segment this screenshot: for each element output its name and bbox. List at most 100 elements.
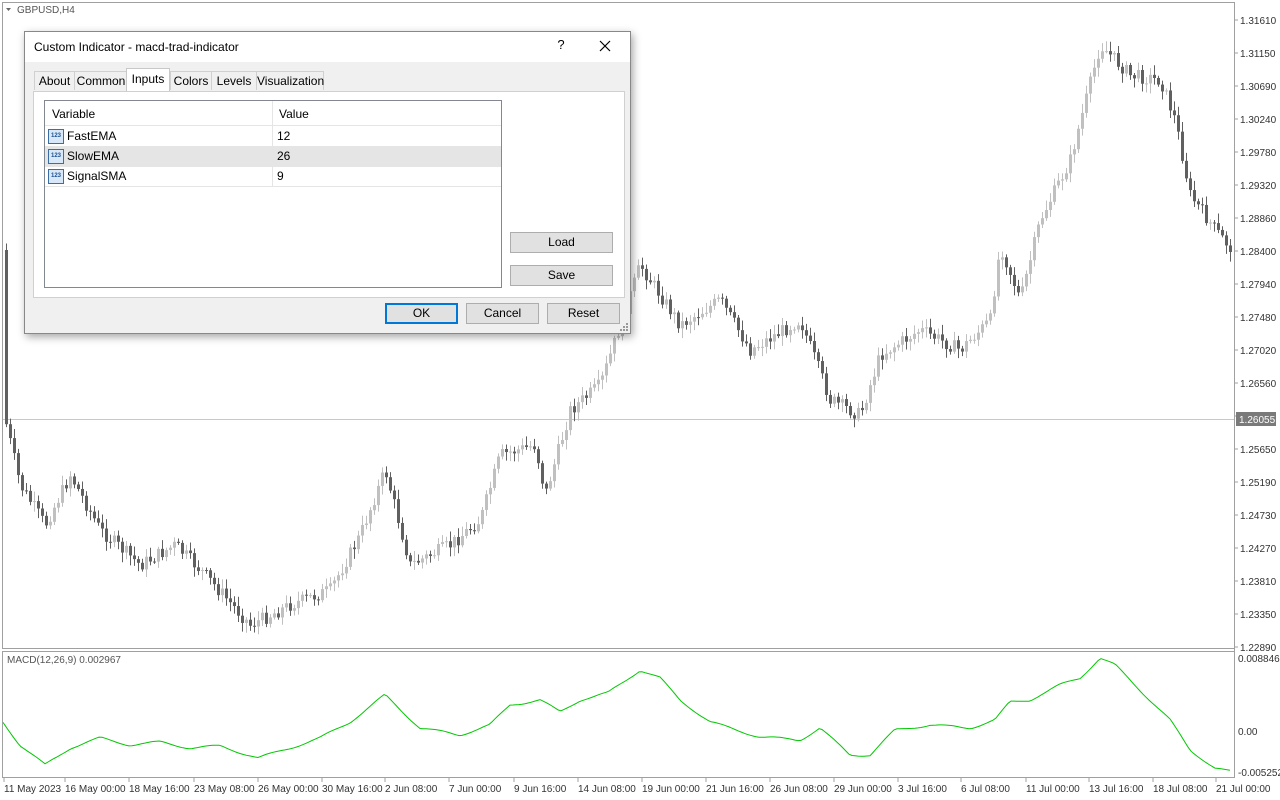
candle-body (261, 612, 264, 621)
candle-body (237, 606, 240, 616)
candle-body (1173, 110, 1176, 116)
time-tick-label: 11 May 2023 (4, 784, 62, 795)
candle-body (177, 541, 180, 543)
param-value[interactable]: 9 (277, 169, 284, 183)
candle-body (309, 595, 312, 597)
param-value[interactable]: 12 (277, 129, 290, 143)
tab-visualization[interactable]: Visualization (256, 71, 324, 90)
tab-common[interactable]: Common (74, 71, 128, 90)
candle-body (1045, 210, 1048, 219)
inputs-panel: Variable Value 123 FastEMA 12 123 SlowEM… (33, 91, 625, 298)
param-name: FastEMA (67, 129, 117, 143)
candle-body (1013, 274, 1016, 287)
tab-about[interactable]: About (34, 71, 75, 90)
candle-body (997, 259, 1000, 297)
ok-button[interactable]: OK (385, 303, 458, 324)
candle-body (1169, 90, 1172, 111)
reset-button[interactable]: Reset (547, 303, 620, 324)
candle-body (577, 402, 580, 413)
candle-body (541, 463, 544, 484)
candle-body (805, 330, 808, 336)
candle-body (673, 312, 676, 315)
candle-body (385, 472, 388, 478)
save-button[interactable]: Save (510, 265, 613, 286)
current-price-label: 1.26055 (1236, 412, 1276, 426)
param-value[interactable]: 26 (277, 149, 290, 163)
candle-body (653, 280, 656, 283)
candle-body (353, 547, 356, 550)
macd-line (2, 658, 1231, 771)
candle-body (785, 325, 788, 336)
candle-body (1081, 112, 1084, 129)
load-button[interactable]: Load (510, 232, 613, 253)
dialog-titlebar[interactable]: Custom Indicator - macd-trad-indicator ? (25, 32, 630, 62)
candle-body (169, 547, 172, 551)
close-icon[interactable] (597, 38, 613, 54)
candle-body (885, 353, 888, 360)
candle-body (1201, 204, 1204, 206)
candle-body (681, 321, 684, 329)
resize-grip-icon[interactable] (620, 323, 628, 331)
candle-body (233, 602, 236, 607)
candle-body (341, 573, 344, 576)
candle-body (345, 566, 348, 574)
candle-body (913, 333, 916, 339)
candle-body (833, 396, 836, 404)
candle-body (537, 449, 540, 464)
tab-levels[interactable]: Levels (211, 71, 257, 90)
candle-body (581, 395, 584, 403)
candle-body (9, 424, 12, 439)
current-price-text: 1.26055 (1239, 415, 1276, 426)
candle-body (1129, 64, 1132, 76)
cancel-button[interactable]: Cancel (466, 303, 539, 324)
time-tick-label: 23 May 08:00 (194, 784, 255, 795)
candle-body (945, 340, 948, 350)
candle-body (917, 332, 920, 334)
table-row[interactable]: 123 SlowEMA 26 (45, 146, 501, 167)
candle-body (333, 580, 336, 584)
candle-body (277, 613, 280, 618)
candle-body (121, 541, 124, 553)
candle-body (725, 298, 728, 308)
tab-inputs[interactable]: Inputs (126, 68, 170, 91)
candle-body (225, 588, 228, 599)
time-tick-label: 3 Jul 16:00 (898, 784, 947, 795)
time-axis: 11 May 2023 16 May 00:00 18 May 16:00 23 Ma… (3, 778, 1271, 795)
table-row[interactable]: 123 SignalSMA 9 (45, 166, 501, 187)
price-tick-label: 1.24270 (1240, 544, 1277, 555)
candle-body (777, 334, 780, 337)
candle-body (717, 297, 720, 299)
candle-body (769, 338, 772, 342)
candle-body (909, 338, 912, 342)
help-button[interactable]: ? (553, 37, 569, 55)
candle-body (357, 535, 360, 550)
candle-body (201, 570, 204, 572)
candle-body (929, 327, 932, 334)
candle-body (297, 600, 300, 609)
candle-body (521, 445, 524, 450)
candle-body (789, 330, 792, 336)
candle-body (1029, 260, 1032, 274)
candle-body (29, 490, 32, 502)
candle-body (85, 495, 88, 511)
candle-body (485, 494, 488, 510)
candle-body (809, 335, 812, 342)
table-row[interactable]: 123 FastEMA 12 (45, 126, 501, 147)
candle-body (1033, 237, 1036, 261)
candle-body (897, 344, 900, 348)
tab-colors[interactable]: Colors (170, 71, 212, 90)
column-header-variable[interactable]: Variable (52, 107, 95, 121)
candle-body (949, 349, 952, 352)
candle-body (461, 535, 464, 546)
integer-param-icon: 123 (48, 149, 64, 164)
candle-body (609, 353, 612, 364)
column-header-value[interactable]: Value (279, 107, 309, 121)
candle-body (593, 384, 596, 388)
candle-body (869, 385, 872, 403)
candle-body (1197, 201, 1200, 205)
candle-body (1057, 180, 1060, 186)
candle-body (477, 524, 480, 532)
inputs-grid[interactable]: Variable Value 123 FastEMA 12 123 SlowEM… (44, 100, 502, 288)
candle-body (321, 589, 324, 601)
candle-body (197, 567, 200, 572)
